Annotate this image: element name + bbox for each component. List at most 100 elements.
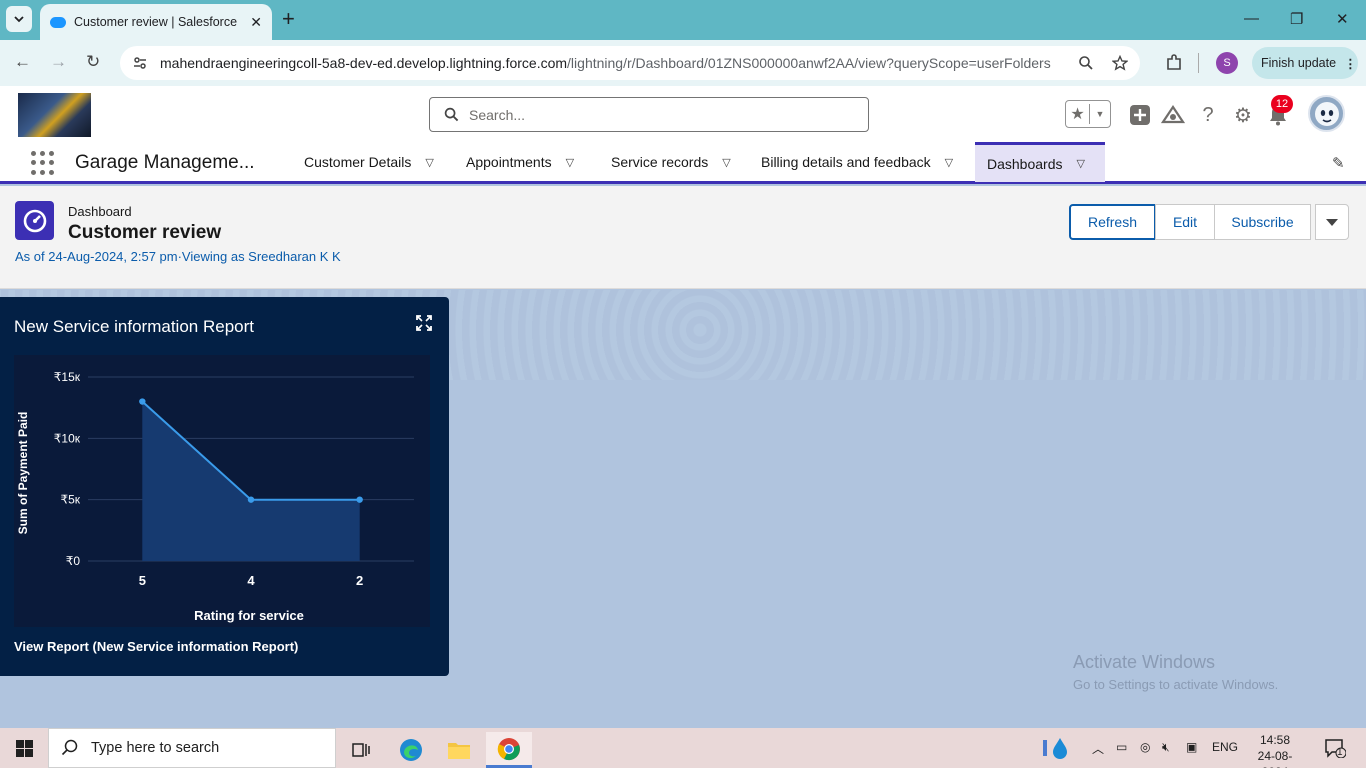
setup-gear-icon[interactable]: ⚙ bbox=[1231, 103, 1255, 127]
profile-avatar[interactable]: S bbox=[1216, 52, 1238, 74]
favorites-dropdown-icon[interactable]: ▼ bbox=[1090, 109, 1110, 119]
search-icon bbox=[444, 107, 459, 122]
forward-icon[interactable]: → bbox=[50, 52, 67, 72]
url-text: mahendraengineeringcoll-5a8-dev-ed.devel… bbox=[160, 55, 1078, 71]
battery-icon[interactable]: ▭ bbox=[1116, 740, 1127, 754]
nav-item-billing-details-and-feedback[interactable]: Billing details and feedback ▽ bbox=[749, 142, 965, 182]
meet-now-icon[interactable]: ◎ bbox=[1140, 740, 1150, 754]
x-axis-label: Rating for service bbox=[194, 608, 304, 623]
tray-chevron-up-icon[interactable]: ︿ bbox=[1092, 740, 1104, 757]
site-settings-icon[interactable] bbox=[132, 55, 148, 71]
volume-muted-icon[interactable]: 🔇︎ bbox=[1162, 740, 1170, 755]
file-explorer-icon[interactable] bbox=[436, 732, 482, 768]
dashboard-header: Dashboard Customer review As of 24-Aug-2… bbox=[0, 186, 1366, 289]
app-launcher-icon[interactable] bbox=[31, 151, 55, 175]
nav-item-label: Dashboards bbox=[987, 155, 1063, 172]
dropdown-arrow-icon bbox=[1326, 218, 1338, 226]
y-tick-label: ₹10к bbox=[54, 431, 81, 445]
task-view-icon[interactable] bbox=[338, 732, 384, 768]
y-tick-label: ₹15к bbox=[54, 370, 81, 384]
nav-item-dashboards[interactable]: Dashboards ▽ bbox=[975, 142, 1105, 182]
restore-icon[interactable]: ❐ bbox=[1290, 10, 1303, 28]
global-actions-icon[interactable] bbox=[1128, 103, 1152, 127]
network-icon[interactable]: ▣ bbox=[1186, 740, 1197, 754]
windows-taskbar: Type here to search ︿ ▭ ◎ 🔇︎ ▣ ENG 14:58… bbox=[0, 728, 1366, 768]
menu-dots-icon: ⋮ bbox=[1344, 56, 1357, 71]
dashboard-as-of-text[interactable]: As of 24-Aug-2024, 2:57 pm·Viewing as Sr… bbox=[15, 249, 341, 264]
clock-time: 14:58 bbox=[1259, 733, 1291, 747]
line-area-chart: ₹0 ₹5к ₹10к ₹15к 5 4 2 Sum of Payment Paid Ra… bbox=[16, 370, 414, 623]
taskbar-search-placeholder: Type here to search bbox=[91, 740, 220, 756]
help-icon[interactable]: ? bbox=[1196, 103, 1220, 127]
more-actions-button[interactable] bbox=[1315, 204, 1349, 240]
nav-item-label: Appointments bbox=[466, 154, 552, 170]
data-point[interactable] bbox=[356, 496, 363, 503]
chart-area: ₹0 ₹5к ₹10к ₹15к 5 4 2 Sum of Payment Paid Ra… bbox=[14, 355, 430, 627]
chevron-down-icon[interactable]: ▽ bbox=[1077, 157, 1085, 170]
global-search-input[interactable]: Search... bbox=[429, 97, 869, 132]
system-clock[interactable]: 14:58 24-08-2024 bbox=[1245, 732, 1305, 768]
extensions-icon[interactable] bbox=[1165, 54, 1183, 72]
edit-button[interactable]: Edit bbox=[1155, 204, 1215, 240]
bookmark-star-icon[interactable] bbox=[1112, 55, 1128, 71]
search-icon bbox=[61, 739, 78, 756]
nav-item-service-records[interactable]: Service records ▽ bbox=[599, 142, 743, 182]
chevron-down-icon[interactable]: ▽ bbox=[945, 156, 953, 169]
y-tick-label: ₹5к bbox=[60, 493, 80, 507]
watermark-line1: Activate Windows bbox=[1073, 652, 1216, 672]
subscribe-button[interactable]: Subscribe bbox=[1214, 204, 1311, 240]
x-tick-label: 5 bbox=[139, 573, 146, 588]
app-navigation-bar: Garage Manageme... Customer Details ▽ Ap… bbox=[0, 142, 1366, 184]
app-name: Garage Manageme... bbox=[75, 152, 255, 173]
dashboard-title: Customer review bbox=[68, 222, 222, 243]
tab-search-button[interactable] bbox=[6, 6, 32, 32]
user-avatar[interactable] bbox=[1308, 95, 1345, 132]
salesforce-global-header: Search... ★ ▼ ? ⚙ bbox=[0, 86, 1366, 142]
chevron-down-icon[interactable]: ▽ bbox=[722, 156, 730, 169]
finish-update-label: Finish update bbox=[1261, 56, 1337, 70]
chevron-down-icon[interactable]: ▽ bbox=[566, 156, 574, 169]
trailhead-icon[interactable] bbox=[1161, 103, 1185, 127]
expand-icon[interactable] bbox=[416, 315, 432, 331]
reload-icon[interactable]: ↻ bbox=[86, 52, 100, 72]
dashboard-kicker: Dashboard bbox=[68, 204, 132, 219]
edit-nav-pencil-icon[interactable]: ✎ bbox=[1332, 154, 1345, 172]
action-center-count: 1 bbox=[1337, 747, 1343, 758]
favorites-button[interactable]: ★ ▼ bbox=[1065, 100, 1111, 128]
chrome-browser-icon[interactable] bbox=[486, 732, 532, 768]
toolbar-divider bbox=[1198, 53, 1199, 73]
refresh-button[interactable]: Refresh bbox=[1069, 204, 1156, 240]
view-report-link[interactable]: View Report (New Service information Rep… bbox=[14, 639, 298, 654]
favorites-star-icon[interactable]: ★ bbox=[1066, 104, 1090, 124]
dashboard-actions: Refresh Edit Subscribe bbox=[1069, 204, 1349, 240]
chevron-down-icon[interactable]: ▽ bbox=[425, 156, 433, 169]
minimize-icon[interactable]: — bbox=[1244, 10, 1259, 27]
clock-date: 24-08-2024 bbox=[1257, 749, 1293, 768]
language-indicator[interactable]: ENG bbox=[1212, 740, 1238, 754]
activate-windows-watermark: Activate Windows Go to Settings to activ… bbox=[1073, 652, 1278, 692]
finish-update-button[interactable]: Finish update ⋮ bbox=[1252, 47, 1358, 79]
back-icon[interactable]: ← bbox=[14, 52, 31, 72]
new-tab-button[interactable]: + bbox=[282, 8, 295, 30]
taskbar-search-input[interactable]: Type here to search bbox=[48, 728, 336, 768]
data-point[interactable] bbox=[247, 496, 255, 503]
address-bar[interactable]: mahendraengineeringcoll-5a8-dev-ed.devel… bbox=[120, 46, 1140, 80]
start-windows-icon[interactable] bbox=[16, 740, 33, 757]
browser-tab-bar: Customer review | Salesforce ✕ + — ❐ ✕ bbox=[0, 0, 1366, 40]
watermark-line2: Go to Settings to activate Windows. bbox=[1073, 677, 1279, 692]
weather-drop-icon[interactable] bbox=[1042, 736, 1070, 763]
org-logo[interactable] bbox=[18, 93, 91, 137]
close-icon[interactable]: ✕ bbox=[250, 14, 262, 31]
nav-item-label: Service records bbox=[611, 154, 709, 170]
data-point[interactable] bbox=[139, 398, 146, 405]
browser-toolbar: ← → ↻ mahendraengineeringcoll-5a8-dev-ed… bbox=[0, 40, 1366, 86]
browser-tab-active[interactable]: Customer review | Salesforce ✕ bbox=[40, 4, 272, 40]
nav-item-customer-details[interactable]: Customer Details ▽ bbox=[292, 142, 446, 182]
zoom-icon[interactable] bbox=[1078, 55, 1094, 71]
nav-item-label: Billing details and feedback bbox=[761, 154, 931, 170]
edge-browser-icon[interactable] bbox=[388, 732, 434, 768]
close-window-icon[interactable]: ✕ bbox=[1336, 10, 1349, 28]
chart-widget: New Service information Report ₹0 ₹5к ₹10к… bbox=[0, 297, 449, 676]
url-path: /lightning/r/Dashboard/01ZNS000000anwf2A… bbox=[567, 55, 1051, 71]
nav-item-appointments[interactable]: Appointments ▽ bbox=[454, 142, 586, 182]
